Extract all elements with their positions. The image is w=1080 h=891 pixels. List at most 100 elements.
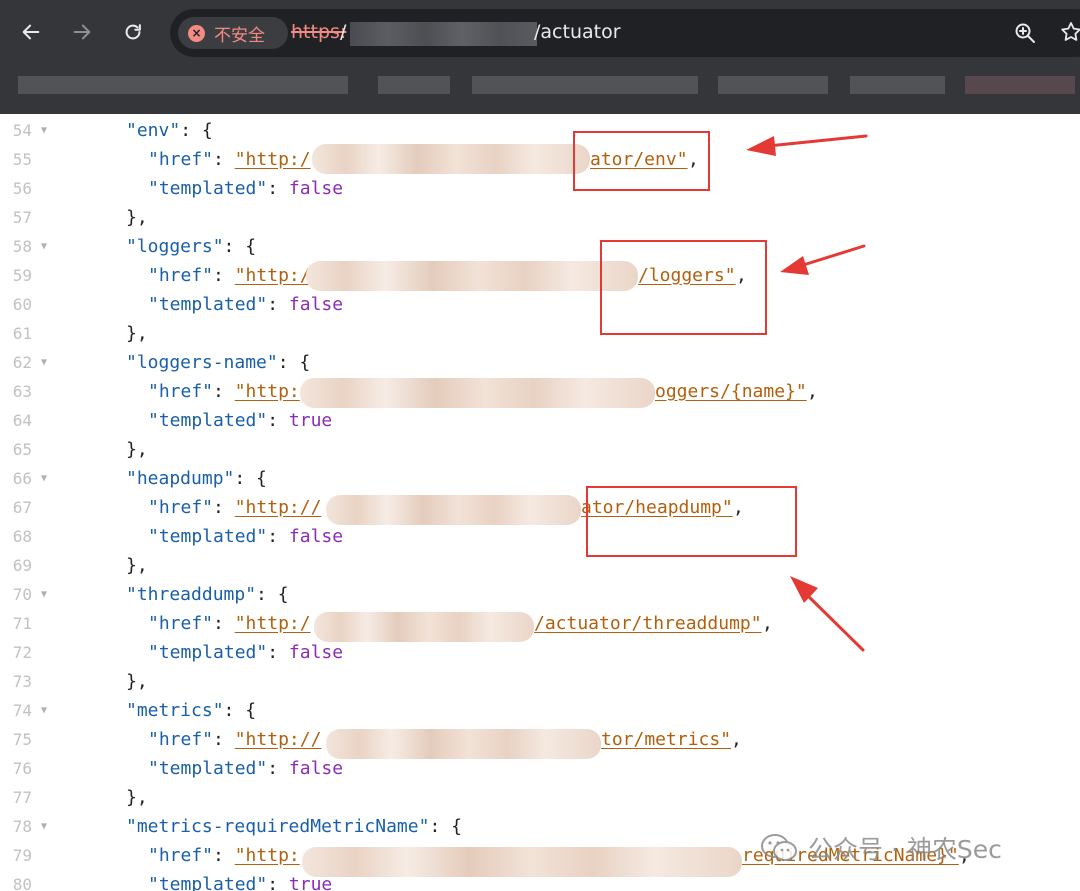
code-line: 70 ▼ "threaddump": { <box>0 580 1080 609</box>
object-key: "loggers" <box>126 236 224 257</box>
watermark-text: 公众号 · 神农Sec <box>808 835 1002 864</box>
href-link[interactable]: "http:/ <box>235 613 311 634</box>
line-number: 58 <box>12 237 32 256</box>
object-key-line: "metrics-requiredMetricName": { <box>126 816 462 837</box>
fold-toggle-icon[interactable]: ▼ <box>41 580 47 609</box>
code-line: 74 ▼ "metrics": { <box>0 696 1080 725</box>
code-line: 66 ▼ "heapdump": { <box>0 464 1080 493</box>
closing-brace: }, <box>126 671 148 692</box>
line-number: 71 <box>12 614 32 633</box>
href-link[interactable]: "http:// <box>235 497 322 518</box>
href-entry: "href": "http: <box>148 381 300 402</box>
property-key: "href" <box>148 613 214 634</box>
property-key: "templated" <box>148 410 268 431</box>
boolean-value: false <box>288 642 344 663</box>
line-number: 76 <box>12 759 32 778</box>
object-key-line: "metrics": { <box>126 700 257 721</box>
url-path: /actuator <box>534 21 621 43</box>
bookmark-item[interactable] <box>718 76 828 94</box>
back-button[interactable] <box>13 14 49 50</box>
object-key: "metrics" <box>126 700 224 721</box>
href-link[interactable]: "http: <box>235 845 300 866</box>
redacted-host <box>302 847 742 877</box>
bookmark-item[interactable] <box>965 76 1075 94</box>
bookmark-item[interactable] <box>472 76 698 94</box>
href-link[interactable]: "http:// <box>235 729 322 750</box>
object-key-line: "loggers-name": { <box>126 352 311 373</box>
redacted-host <box>312 144 590 174</box>
redacted-host <box>306 261 638 291</box>
object-key-line: "env": { <box>126 120 213 141</box>
line-number: 67 <box>12 498 32 517</box>
url-host-redacted <box>350 22 537 46</box>
closing-brace: }, <box>126 439 148 460</box>
highlight-box-loggers <box>600 240 767 335</box>
object-key-line: "loggers": { <box>126 236 257 257</box>
code-line: 57}, <box>0 203 1080 232</box>
property-key: "templated" <box>148 526 268 547</box>
href-link-end[interactable]: oggers/{name}" <box>655 377 807 406</box>
object-key: "env" <box>126 120 181 141</box>
redacted-host <box>300 378 655 408</box>
fold-toggle-icon[interactable]: ▼ <box>41 232 47 261</box>
fold-toggle-icon[interactable]: ▼ <box>41 812 47 841</box>
fold-toggle-icon[interactable]: ▼ <box>41 696 47 725</box>
property-key: "href" <box>148 265 214 286</box>
href-link[interactable]: "http:/ <box>235 265 311 286</box>
line-number: 63 <box>12 382 32 401</box>
watermark: 公众号 · 神农Sec <box>760 828 1002 868</box>
redacted-host <box>314 612 534 642</box>
security-label: 不安全 <box>214 25 265 46</box>
href-link-end[interactable]: /actuator/threaddump" <box>534 609 762 638</box>
code-line: 71 "href": "http:/ /actuator/threaddump", <box>0 609 1080 638</box>
href-link[interactable]: "http:/ <box>235 149 311 170</box>
forward-button[interactable] <box>64 14 100 50</box>
bookmark-item[interactable] <box>18 76 348 94</box>
code-line: 68 "templated": false <box>0 522 1080 551</box>
arrow-right-icon <box>73 24 91 40</box>
address-bar[interactable]: × 不安全 https: / /actuator <box>170 9 1080 57</box>
comma: , <box>731 729 742 750</box>
line-number: 72 <box>12 643 32 662</box>
wechat-icon <box>761 834 797 861</box>
object-key: "loggers-name" <box>126 352 278 373</box>
boolean-value: false <box>288 294 344 315</box>
browser-toolbar: × 不安全 https: / /actuator <box>0 0 1080 120</box>
line-number: 78 <box>12 817 32 836</box>
closing-brace: }, <box>126 207 148 228</box>
fold-toggle-icon[interactable]: ▼ <box>41 348 47 377</box>
code-line: 58 ▼ "loggers": { <box>0 232 1080 261</box>
comma: , <box>807 381 818 402</box>
line-number: 62 <box>12 353 32 372</box>
property-key: "templated" <box>148 294 268 315</box>
line-number: 68 <box>12 527 32 546</box>
fold-toggle-icon[interactable]: ▼ <box>41 464 47 493</box>
href-link-end[interactable]: tor/metrics" <box>601 725 731 754</box>
object-key-line: "heapdump": { <box>126 468 267 489</box>
highlight-box-env <box>573 131 710 191</box>
templated-entry: "templated": true <box>148 870 332 891</box>
code-line: 69}, <box>0 551 1080 580</box>
zoom-icon[interactable] <box>1013 21 1037 45</box>
url-separator: / <box>340 21 347 43</box>
code-line: 62 ▼ "loggers-name": { <box>0 348 1080 377</box>
object-key: "threaddump" <box>126 584 257 605</box>
security-chip[interactable]: × 不安全 <box>178 17 288 49</box>
bookmark-item[interactable] <box>378 76 450 94</box>
href-entry: "href": "http:/ <box>148 149 311 170</box>
reload-button[interactable] <box>115 14 151 50</box>
line-number: 70 <box>12 585 32 604</box>
line-number: 66 <box>12 469 32 488</box>
bookmark-star-icon[interactable] <box>1059 20 1080 44</box>
bookmark-item[interactable] <box>850 76 945 94</box>
fold-toggle-icon[interactable]: ▼ <box>41 116 47 145</box>
object-key: "metrics-requiredMetricName" <box>126 816 430 837</box>
line-number: 57 <box>12 208 32 227</box>
comma: , <box>762 613 773 634</box>
href-link[interactable]: "http: <box>235 381 300 402</box>
line-number: 73 <box>12 672 32 691</box>
templated-entry: "templated": false <box>148 642 344 663</box>
property-key: "href" <box>148 497 214 518</box>
templated-entry: "templated": false <box>148 758 344 779</box>
href-entry: "href": "http:/ <box>148 265 311 286</box>
